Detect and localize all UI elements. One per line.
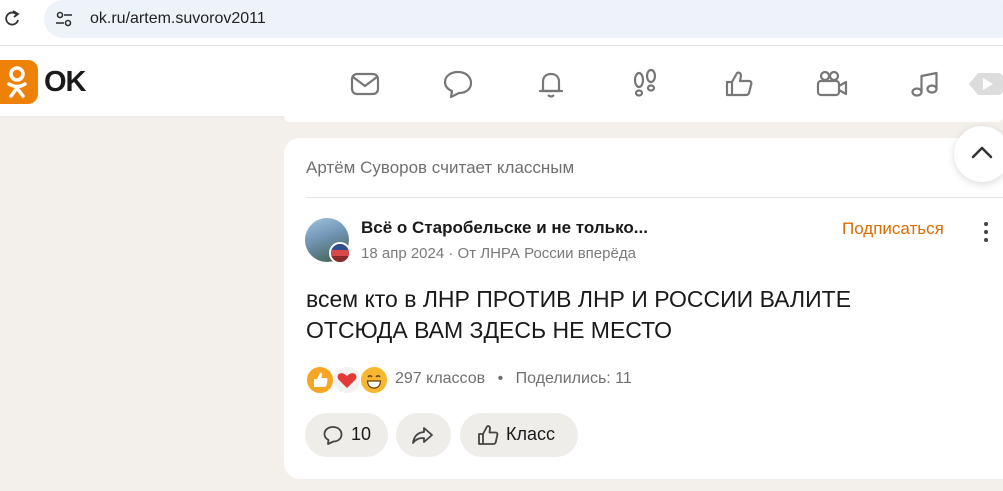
- site-header: OK: [0, 46, 1003, 116]
- site-settings-icon[interactable]: [54, 9, 74, 29]
- url-text[interactable]: ok.ru/artem.suvorov2011: [90, 10, 266, 28]
- liked-by-text[interactable]: Артём Суворов считает классным: [306, 158, 574, 178]
- thumbs-up-icon: [478, 425, 499, 445]
- class-button-label: Класс: [506, 424, 555, 444]
- heart-reaction-icon: [333, 366, 361, 394]
- shares-count[interactable]: Поделились: 11: [516, 370, 632, 387]
- likes-count[interactable]: 297 классов: [395, 370, 485, 387]
- post-author[interactable]: От ЛНРА России вперёда: [458, 245, 636, 262]
- reload-icon[interactable]: [4, 9, 20, 27]
- subscribe-button[interactable]: Подписаться: [842, 219, 944, 239]
- comment-icon: [323, 426, 343, 445]
- address-bar[interactable]: ok.ru/artem.suvorov2011: [44, 0, 1003, 38]
- chevron-up-icon: [971, 146, 993, 159]
- reaction-counts: 297 классов • Поделились: 11: [395, 370, 632, 388]
- group-name[interactable]: Всё о Старобельске и не только...: [361, 218, 648, 238]
- reactions-summary[interactable]: [306, 366, 388, 394]
- discussions-icon[interactable]: [441, 67, 475, 101]
- divider: [306, 197, 1003, 198]
- video-camera-icon[interactable]: [815, 67, 849, 101]
- post-text-line: всем кто в ЛНР ПРОТИВ ЛНР И РОССИИ ВАЛИТ…: [306, 286, 852, 312]
- post-meta: 18 апр 2024 · От ЛНРА России вперёда: [361, 245, 636, 262]
- guests-footprints-icon[interactable]: [628, 67, 662, 101]
- notifications-icon[interactable]: [534, 67, 568, 101]
- more-options-icon[interactable]: [978, 220, 994, 244]
- previous-feed-card: [284, 116, 1003, 122]
- like-reaction-icon: [306, 366, 334, 394]
- scroll-to-top-button[interactable]: [954, 126, 1003, 182]
- comments-button[interactable]: 10: [305, 413, 388, 457]
- music-icon[interactable]: [908, 67, 942, 101]
- post-date[interactable]: 18 апр 2024: [361, 245, 444, 262]
- share-button[interactable]: [396, 413, 451, 457]
- post-text[interactable]: всем кто в ЛНР ПРОТИВ ЛНР И РОССИИ ВАЛИТ…: [306, 284, 946, 346]
- counts-separator: •: [497, 370, 504, 387]
- author-avatar[interactable]: [329, 242, 351, 264]
- ok-logo-icon[interactable]: [0, 60, 38, 104]
- share-arrow-icon: [412, 427, 433, 444]
- ok-wordmark[interactable]: OK: [44, 66, 86, 99]
- meta-separator: ·: [448, 245, 454, 262]
- laugh-reaction-icon: [360, 366, 388, 394]
- feed-post-card: Артём Суворов считает классным Всё о Ста…: [284, 138, 1003, 479]
- events-thumbs-up-icon[interactable]: [722, 67, 756, 101]
- messages-icon[interactable]: [348, 67, 382, 101]
- class-button[interactable]: Класс: [460, 413, 578, 457]
- video-play-icon[interactable]: [966, 67, 1003, 101]
- browser-toolbar: ok.ru/artem.suvorov2011: [0, 0, 1003, 46]
- post-text-line: ОТСЮДА ВАМ ЗДЕСЬ НЕ МЕСТО: [306, 317, 673, 343]
- comments-count: 10: [351, 424, 372, 444]
